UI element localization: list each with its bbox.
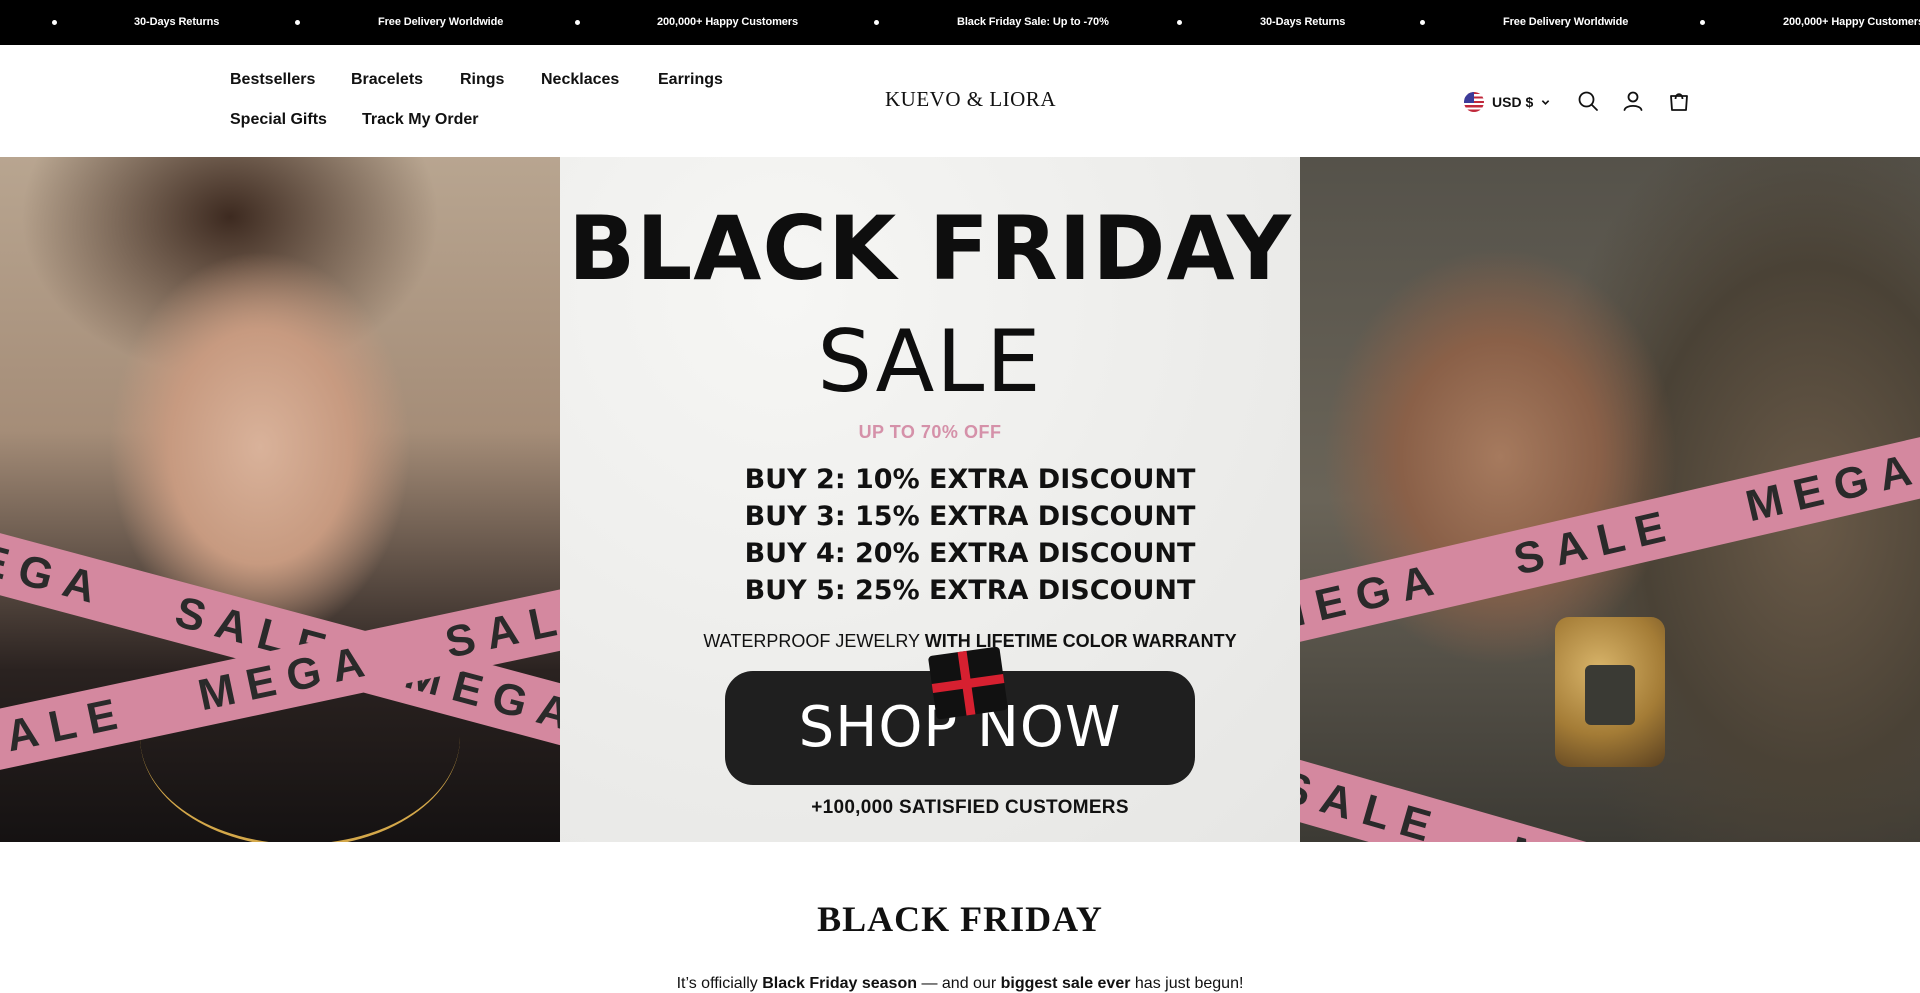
search-icon[interactable] bbox=[1576, 89, 1600, 113]
nav-special-gifts[interactable]: Special Gifts bbox=[230, 111, 327, 129]
currency-selector[interactable]: USD $ bbox=[1464, 91, 1550, 113]
announcement-item: 200,000+ Happy Customers bbox=[657, 16, 798, 28]
brand-logo[interactable]: KUEVO & LIORA bbox=[885, 87, 1056, 112]
hero-subtitle: SALE bbox=[817, 312, 1043, 412]
hero-banner[interactable]: MEGA SALE MEGA SALE MEGA SALE MEGA SALE … bbox=[0, 157, 1920, 842]
bullet-dot bbox=[874, 20, 879, 25]
warranty-bold: WITH LIFETIME COLOR WARRANTY bbox=[924, 631, 1237, 651]
hero-title: BLACK FRIDAY bbox=[568, 197, 1292, 300]
section-title: BLACK FRIDAY bbox=[817, 899, 1103, 939]
deal-line: BUY 3: 15% EXTRA DISCOUNT bbox=[744, 501, 1196, 532]
bullet-dot bbox=[575, 20, 580, 25]
section-intro-text: It’s officially Black Friday season — an… bbox=[0, 975, 1920, 993]
announcement-item: 30-Days Returns bbox=[1260, 16, 1346, 28]
intro-text-part: — and our bbox=[917, 975, 1001, 992]
nav-bestsellers[interactable]: Bestsellers bbox=[230, 71, 315, 89]
intro-text-bold: Black Friday season bbox=[762, 975, 917, 992]
intro-text-part: It’s officially bbox=[676, 975, 763, 992]
warranty-text: WATERPROOF JEWELRY WITH LIFETIME COLOR W… bbox=[560, 631, 1380, 652]
bullet-dot bbox=[52, 20, 57, 25]
intro-text-bold: biggest sale ever bbox=[1000, 975, 1131, 992]
announcement-bar: 30-Days Returns Free Delivery Worldwide … bbox=[0, 0, 1920, 45]
site-header: Bestsellers Bracelets Rings Necklaces Ea… bbox=[0, 45, 1920, 157]
deal-line: BUY 4: 20% EXTRA DISCOUNT bbox=[744, 538, 1196, 569]
warranty-plain: WATERPROOF JEWELRY bbox=[703, 631, 925, 651]
nav-earrings[interactable]: Earrings bbox=[658, 71, 723, 89]
deal-line: BUY 5: 25% EXTRA DISCOUNT bbox=[744, 575, 1196, 606]
bullet-dot bbox=[1420, 20, 1425, 25]
account-icon[interactable] bbox=[1621, 89, 1645, 113]
cart-icon[interactable] bbox=[1667, 89, 1691, 113]
announcement-item: Free Delivery Worldwide bbox=[378, 16, 504, 28]
intro-text-part: has just begun! bbox=[1130, 975, 1244, 992]
nav-bracelets[interactable]: Bracelets bbox=[351, 71, 423, 89]
currency-label: USD $ bbox=[1492, 94, 1534, 110]
us-flag-icon bbox=[1464, 92, 1484, 112]
chevron-down-icon bbox=[1542, 99, 1550, 105]
announcement-item: Black Friday Sale: Up to -70% bbox=[957, 16, 1109, 28]
announcement-item: Free Delivery Worldwide bbox=[1503, 16, 1629, 28]
nav-necklaces[interactable]: Necklaces bbox=[541, 71, 619, 89]
deal-line: BUY 2: 10% EXTRA DISCOUNT bbox=[744, 464, 1196, 495]
announcement-item: 30-Days Returns bbox=[134, 16, 220, 28]
earring-image bbox=[1555, 617, 1665, 767]
announcement-track: 30-Days Returns Free Delivery Worldwide … bbox=[0, 0, 1920, 45]
nav-track-my-order[interactable]: Track My Order bbox=[362, 111, 479, 129]
nav-rings[interactable]: Rings bbox=[460, 71, 504, 89]
bullet-dot bbox=[1177, 20, 1182, 25]
customers-text: +100,000 SATISFIED CUSTOMERS bbox=[811, 797, 1129, 818]
bullet-dot bbox=[1700, 20, 1705, 25]
announcement-item: 200,000+ Happy Customers bbox=[1783, 16, 1920, 28]
bullet-dot bbox=[295, 20, 300, 25]
hero-tagline: UP TO 70% OFF bbox=[858, 422, 1002, 442]
gift-box-icon bbox=[927, 646, 1009, 720]
